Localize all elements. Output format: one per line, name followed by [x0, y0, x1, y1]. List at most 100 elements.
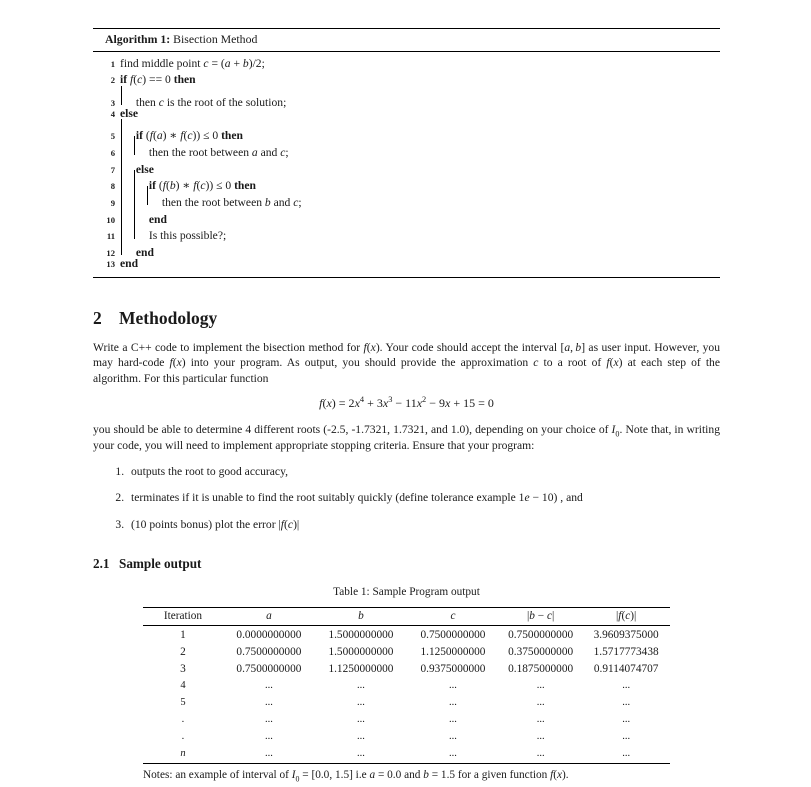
algorithm-caption: Algorithm 1: Bisection Method — [93, 29, 720, 51]
column-header-b: b — [314, 607, 407, 627]
methodology-paragraph-2: you should be able to determine 4 differ… — [93, 423, 720, 453]
cell-a: ... — [264, 731, 273, 743]
table-row: . ... ... ... ... ... — [143, 711, 670, 728]
subsection-heading-sample-output: 2.1 Sample output — [93, 556, 720, 572]
table-row: 1 0.0000000000 1.5000000000 0.7500000000… — [143, 626, 670, 643]
cell-a: ... — [264, 697, 273, 709]
line-code: end — [120, 256, 139, 270]
line-number: 2 — [110, 75, 115, 86]
cell-abs-b-minus-c: ... — [536, 697, 545, 709]
cell-c: ... — [449, 680, 457, 692]
section-title: Methodology — [119, 307, 218, 328]
cell-iteration-n: n — [180, 748, 186, 760]
column-header-iteration: Iteration — [143, 607, 223, 627]
cell-b: ... — [357, 680, 365, 692]
column-header-a: a — [222, 607, 315, 627]
cell-a: ... — [222, 745, 315, 765]
cell-c: ... — [449, 697, 457, 709]
algorithm-line: 6 then the root between a and c; — [93, 136, 720, 159]
cell-iteration: . — [181, 714, 185, 726]
methodology-paragraph-1: Write a C++ code to implement the bisect… — [93, 340, 721, 385]
cell-abs-b-minus-c: ... — [536, 731, 545, 743]
cell-abs-b-minus-c: ... — [536, 714, 545, 726]
table-note: Notes: an example of interval of I0 = [0… — [143, 769, 569, 784]
table-head: Iteration a b c |b − c| |f(c)| — [143, 607, 670, 627]
cell-a: 0.7500000000 — [236, 662, 302, 675]
algorithm-line: 9 then the root between b and c; — [93, 186, 720, 209]
cell-iteration: 2 — [180, 645, 186, 658]
line-number: 9 — [110, 197, 115, 208]
cell-iteration: 4 — [180, 680, 186, 692]
cell-a: ... — [264, 680, 273, 692]
cell-b: ... — [357, 731, 365, 743]
cell-a: ... — [264, 714, 273, 726]
line-code: else — [120, 106, 139, 120]
algorithm-line: 1 find middle point c = (a + b)/2; — [93, 56, 720, 73]
cell-abs-b-minus-c: 0.3750000000 — [508, 645, 574, 658]
cell-abs-f-c: ... — [622, 680, 631, 692]
algorithm-body: 1 find middle point c = (a + b)/2; 2 if … — [93, 52, 720, 277]
line-number: 13 — [106, 258, 115, 269]
table-row: 5 ... ... ... ... ... — [143, 694, 670, 711]
line-number: 7 — [110, 164, 115, 175]
algorithm-line: 3 then c is the root of the solution; — [93, 86, 720, 109]
requirement-item: terminates if it is unable to find the r… — [127, 490, 720, 506]
requirement-item: (10 points bonus) plot the error |f(c)| — [127, 517, 720, 533]
cell-c: ... — [449, 714, 457, 726]
table-header-row: Iteration a b c |b − c| |f(c)| — [143, 607, 670, 627]
line-number: 6 — [110, 147, 115, 158]
algorithm-line: 11 Is this possible?; — [93, 219, 720, 242]
cell-abs-f-c: ... — [622, 714, 631, 726]
cell-a: 0.7500000000 — [236, 645, 302, 658]
cell-c: ... — [406, 745, 499, 765]
cell-b: ... — [357, 714, 365, 726]
subsection-number: 2.1 — [93, 556, 110, 572]
cell-abs-b-minus-c: 0.1875000000 — [508, 662, 574, 675]
line-number: 11 — [106, 231, 115, 242]
cell-a: 0.0000000000 — [236, 628, 302, 641]
algorithm-bottom-rule — [93, 276, 720, 278]
requirement-item: outputs the root to good accuracy, — [127, 464, 720, 480]
line-code: find middle point c = (a + b)/2; — [120, 56, 265, 70]
table-row: . ... ... ... ... ... — [143, 728, 670, 745]
column-header-c: c — [406, 607, 499, 627]
algorithm-caption-title: Bisection Method — [173, 32, 258, 46]
cell-abs-f-c: 1.5717773438 — [593, 645, 659, 658]
line-number: 5 — [110, 131, 115, 142]
table-row: n ... ... ... ... ... — [143, 745, 670, 765]
column-header-abs-f-c: |f(c)| — [582, 607, 670, 627]
table-row: 4 ... ... ... ... ... — [143, 677, 670, 694]
cell-iteration: . — [181, 731, 185, 743]
cell-iteration: 3 — [180, 662, 186, 675]
cell-abs-f-c: ... — [622, 697, 631, 709]
document-page: Algorithm 1: Bisection Method 1 find mid… — [0, 0, 811, 787]
table-row: 3 0.7500000000 1.1250000000 0.9375000000… — [143, 660, 670, 677]
algorithm-line: 2 if f(c) == 0 then — [93, 72, 720, 89]
sample-output-table-wrapper: Table 1: Sample Program output Iteration… — [93, 586, 720, 783]
section-number: 2 — [93, 307, 102, 328]
page-content: Algorithm 1: Bisection Method 1 find mid… — [93, 0, 720, 783]
function-equation: f(x) = 2x4 + 3x3 − 11x2 − 9x + 15 = 0 — [319, 395, 494, 411]
algorithm-line: 8 if (f(b) ∗ f(c)) ≤ 0 then — [93, 169, 720, 192]
line-number: 8 — [110, 181, 115, 192]
line-number: 1 — [110, 58, 115, 69]
cell-b: 1.5000000000 — [328, 645, 394, 658]
cell-b: 1.1250000000 — [328, 662, 394, 675]
cell-b: ... — [314, 745, 407, 765]
algorithm-caption-label: Algorithm 1: — [105, 32, 171, 46]
algorithm-line: 5 if (f(a) ∗ f(c)) ≤ 0 then — [93, 119, 720, 142]
section-heading-methodology: 2 Methodology — [93, 308, 720, 329]
cell-abs-f-c: ... — [622, 731, 631, 743]
cell-c: 0.9375000000 — [420, 662, 486, 675]
table-row: 2 0.7500000000 1.5000000000 1.1250000000… — [143, 643, 670, 660]
cell-abs-f-c: 3.9609375000 — [593, 628, 659, 641]
cell-iteration: 1 — [180, 628, 186, 641]
line-code: if f(c) == 0 then — [120, 73, 196, 87]
line-code: then c is the root of the solution; — [120, 86, 286, 111]
cell-c: 0.7500000000 — [420, 628, 486, 641]
requirements-list: outputs the root to good accuracy, termi… — [93, 464, 720, 533]
subsection-title: Sample output — [119, 556, 202, 572]
cell-abs-b-minus-c: 0.7500000000 — [508, 628, 574, 641]
algorithm-block: Algorithm 1: Bisection Method 1 find mid… — [93, 28, 720, 278]
table-body: 1 0.0000000000 1.5000000000 0.7500000000… — [143, 626, 670, 765]
